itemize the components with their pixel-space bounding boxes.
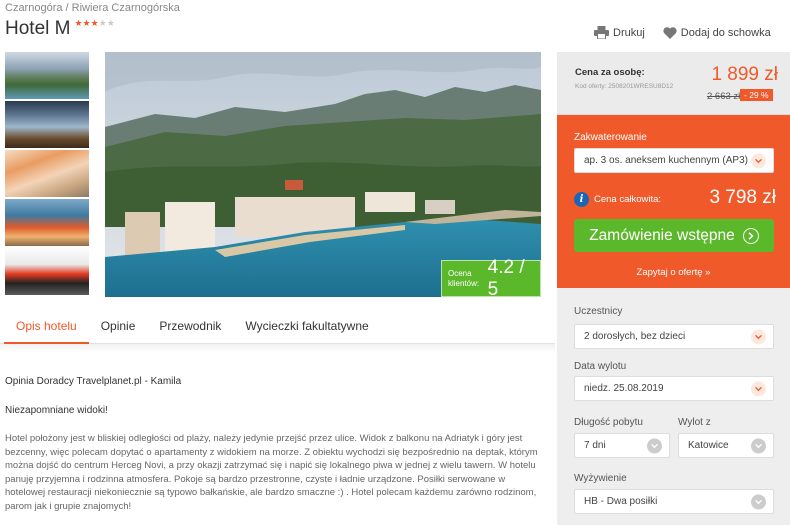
tab-description[interactable]: Opis hotelu — [4, 314, 89, 344]
old-price: 2 663 zł — [707, 91, 741, 102]
chevron-down-icon — [751, 438, 766, 453]
chevron-down-icon — [751, 381, 766, 396]
heart-icon — [663, 26, 677, 39]
board-label: Wyżywienie — [574, 473, 627, 484]
chevron-down-icon — [647, 438, 662, 453]
duration-value: 7 dni — [584, 440, 606, 451]
breadcrumb-region[interactable]: Riwiera Czarnogórska — [72, 2, 180, 14]
review-author: Opinia Doradcy Travelplanet.pl - Kamila — [5, 376, 182, 387]
departure-date-value: niedz. 25.08.2019 — [584, 383, 664, 394]
pre-order-button[interactable]: Zamówienie wstępne — [574, 219, 774, 252]
board-select[interactable]: HB - Dwa posiłki — [574, 489, 774, 514]
chevron-down-icon — [751, 329, 766, 344]
departure-city-value: Katowice — [688, 440, 729, 451]
tab-excursions[interactable]: Wycieczki fakultatywne — [233, 314, 380, 344]
chevron-down-icon — [751, 494, 766, 509]
star-empty-icons: ★★ — [98, 18, 115, 28]
rating-value: 4.2 / 5 — [487, 256, 525, 298]
star-filled-icons: ★★★ — [74, 18, 99, 28]
ask-about-offer-link[interactable]: Zapytaj o ofertę » — [557, 267, 790, 278]
hotel-description: Opinia Doradcy Travelplanet.pl - Kamila … — [5, 375, 545, 513]
board-value: HB - Dwa posiłki — [584, 496, 658, 507]
price-per-person-label: Cena za osobę: — [575, 67, 645, 78]
offer-code: Kod oferty: 2508201WRESU8D12 — [575, 83, 674, 90]
price-per-person: 1 899 zł — [711, 64, 778, 85]
hotel-stars: ★★★★★ — [74, 18, 114, 29]
pre-order-label: Zamówienie wstępne — [589, 226, 735, 244]
thumbnail-balcony[interactable] — [5, 101, 89, 148]
tab-guide[interactable]: Przewodnik — [147, 314, 233, 344]
duration-label: Długość pobytu — [574, 417, 643, 428]
tab-divider — [0, 344, 555, 352]
hotel-name: Hotel M — [5, 18, 71, 39]
hotel-tabs: Opis hotelu Opinie Przewodnik Wycieczki … — [0, 314, 555, 344]
thumbnail-bus[interactable] — [5, 248, 89, 295]
breadcrumb: Czarnogóra / Riwiera Czarnogórska — [5, 2, 180, 14]
review-body: Hotel położony jest w bliskiej odległośc… — [5, 433, 538, 512]
printer-icon — [594, 26, 609, 39]
review-title: Niezapomniane widoki! — [5, 405, 108, 416]
title-row: Hotel M ★★★★★ — [5, 18, 115, 40]
participants-label: Uczestnicy — [574, 306, 623, 317]
print-button[interactable]: Drukuj — [594, 26, 645, 39]
total-price: 3 798 zł — [709, 187, 776, 208]
participants-value: 2 dorosłych, bez dzieci — [584, 331, 686, 342]
departure-city-select[interactable]: Katowice — [678, 433, 774, 458]
booking-box: Zakwaterowanie ap. 3 os. aneksem kuchenn… — [557, 115, 790, 288]
duration-select[interactable]: 7 dni — [574, 433, 670, 458]
accommodation-value: ap. 3 os. aneksem kuchennym (AP3) — [584, 155, 748, 166]
chevron-down-icon — [751, 153, 766, 168]
info-icon[interactable]: i — [574, 192, 589, 207]
breadcrumb-country[interactable]: Czarnogóra — [5, 2, 62, 14]
total-price-label: Cena całkowita: — [594, 194, 662, 205]
departure-date-label: Data wylotu — [574, 361, 627, 372]
thumbnail-bay[interactable] — [5, 52, 89, 99]
booking-panel: Cena za osobę: Kod oferty: 2508201WRESU8… — [557, 52, 790, 525]
departure-date-select[interactable]: niedz. 25.08.2019 — [574, 376, 774, 401]
breadcrumb-separator: / — [65, 2, 69, 14]
rating-label: Ocena klientów: — [448, 268, 480, 288]
print-label: Drukuj — [613, 26, 645, 39]
hotel-actions: Drukuj Dodaj do schowka — [594, 26, 771, 39]
discount-badge: - 29 % — [740, 89, 773, 101]
hotel-page: Czarnogóra / Riwiera Czarnogórska Hotel … — [0, 0, 790, 525]
accommodation-label: Zakwaterowanie — [574, 132, 647, 143]
tab-reviews[interactable]: Opinie — [89, 314, 148, 344]
departure-city-label: Wylot z — [678, 417, 711, 428]
thumbnail-building[interactable] — [5, 150, 89, 197]
favorites-label: Dodaj do schowka — [680, 26, 771, 39]
add-to-favorites-button[interactable]: Dodaj do schowka — [663, 26, 771, 39]
photo-thumbnails — [5, 52, 89, 297]
main-hotel-photo[interactable]: Ocena klientów: 4.2 / 5 — [105, 52, 541, 297]
arrow-right-circle-icon — [742, 227, 759, 244]
accommodation-select[interactable]: ap. 3 os. aneksem kuchennym (AP3) — [574, 148, 774, 173]
price-box: Cena za osobę: Kod oferty: 2508201WRESU8… — [557, 52, 790, 115]
participants-select[interactable]: 2 dorosłych, bez dzieci — [574, 324, 774, 349]
customer-rating-badge: Ocena klientów: 4.2 / 5 — [441, 256, 541, 298]
thumbnail-terrace[interactable] — [5, 199, 89, 246]
